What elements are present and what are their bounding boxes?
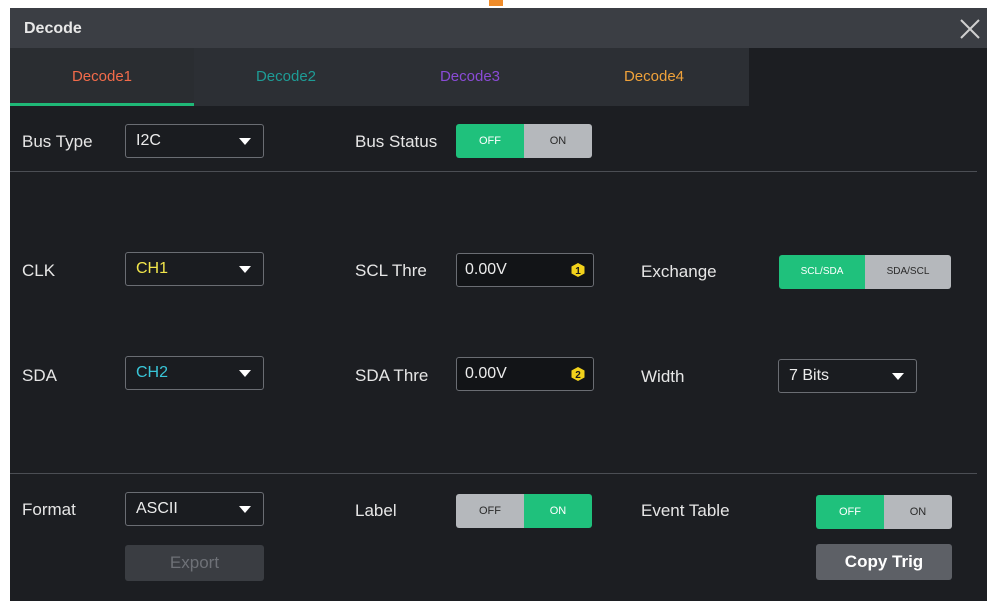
bus-status-toggle[interactable]: OFF ON	[456, 124, 592, 158]
sda-source-value: CH2	[136, 364, 169, 381]
label-off[interactable]: OFF	[456, 494, 524, 528]
badge-number: 1	[575, 266, 581, 277]
divider	[10, 171, 977, 172]
top-marker	[489, 0, 503, 6]
tab-decode1[interactable]: Decode1	[10, 48, 194, 106]
scl-threshold-input[interactable]: 0.00V 1	[456, 253, 594, 287]
bus-status-label: Bus Status	[355, 132, 438, 151]
width-value: 7 Bits	[789, 367, 830, 384]
chevron-down-icon	[892, 373, 904, 380]
label-toggle[interactable]: OFF ON	[456, 494, 592, 528]
width-label: Width	[641, 367, 685, 386]
exchange-sda-scl[interactable]: SDA/SCL	[865, 255, 951, 289]
clk-source-select[interactable]: CH1	[125, 252, 264, 286]
tab-label: Decode4	[623, 68, 685, 85]
sda-source-select[interactable]: CH2	[125, 356, 264, 390]
sda-threshold-input[interactable]: 0.00V 2	[456, 357, 594, 391]
top-strip	[0, 0, 987, 8]
active-tab-indicator	[10, 103, 194, 106]
sda-thre-label: SDA Thre	[355, 366, 429, 385]
sda-threshold-value: 0.00V	[465, 365, 507, 382]
tab-label: Decode2	[255, 68, 317, 85]
scl-thre-label: SCL Thre	[355, 261, 427, 280]
tab-decode2[interactable]: Decode2	[194, 48, 378, 106]
chevron-down-icon	[239, 506, 251, 513]
format-label: Format	[22, 500, 76, 519]
format-value: ASCII	[136, 500, 178, 517]
title-bar: Decode	[10, 8, 987, 48]
clk-source-value: CH1	[136, 260, 169, 277]
bus-type-select[interactable]: I2C	[125, 124, 264, 158]
badge-number: 2	[575, 370, 581, 381]
divider	[10, 473, 977, 474]
label-on[interactable]: ON	[524, 494, 592, 528]
channel-1-badge-icon: 1	[571, 263, 585, 277]
event-table-toggle[interactable]: OFF ON	[816, 495, 952, 529]
tab-label: Decode3	[439, 68, 501, 85]
exchange-scl-sda[interactable]: SCL/SDA	[779, 255, 865, 289]
event-table-label: Event Table	[641, 501, 730, 520]
event-table-off[interactable]: OFF	[816, 495, 884, 529]
tab-decode4[interactable]: Decode4	[562, 48, 746, 106]
scl-threshold-value: 0.00V	[465, 261, 507, 278]
clk-label: CLK	[22, 261, 56, 280]
bus-type-label: Bus Type	[22, 132, 93, 151]
label-toggle-label: Label	[355, 501, 397, 520]
format-select[interactable]: ASCII	[125, 492, 264, 526]
exchange-toggle[interactable]: SCL/SDA SDA/SCL	[779, 255, 951, 289]
copy-trig-button[interactable]: Copy Trig	[816, 544, 952, 580]
channel-2-badge-icon: 2	[571, 367, 585, 381]
bus-status-off[interactable]: OFF	[456, 124, 524, 158]
width-select[interactable]: 7 Bits	[778, 359, 917, 393]
tab-label: Decode1	[71, 68, 133, 85]
export-button[interactable]: Export	[125, 545, 264, 581]
sda-label: SDA	[22, 366, 57, 385]
event-table-on[interactable]: ON	[884, 495, 952, 529]
bus-status-on[interactable]: ON	[524, 124, 592, 158]
exchange-label: Exchange	[641, 262, 717, 281]
bus-type-value: I2C	[136, 132, 161, 149]
tab-decode3[interactable]: Decode3	[378, 48, 562, 106]
dialog-title: Decode	[24, 20, 82, 37]
decode-dialog: Decode Decode1 Decode2 Decode3 Decode4 B…	[10, 8, 987, 601]
close-icon[interactable]	[959, 18, 981, 40]
chevron-down-icon	[239, 138, 251, 145]
chevron-down-icon	[239, 370, 251, 377]
decode-tabs: Decode1 Decode2 Decode3 Decode4	[10, 48, 749, 106]
chevron-down-icon	[239, 266, 251, 273]
